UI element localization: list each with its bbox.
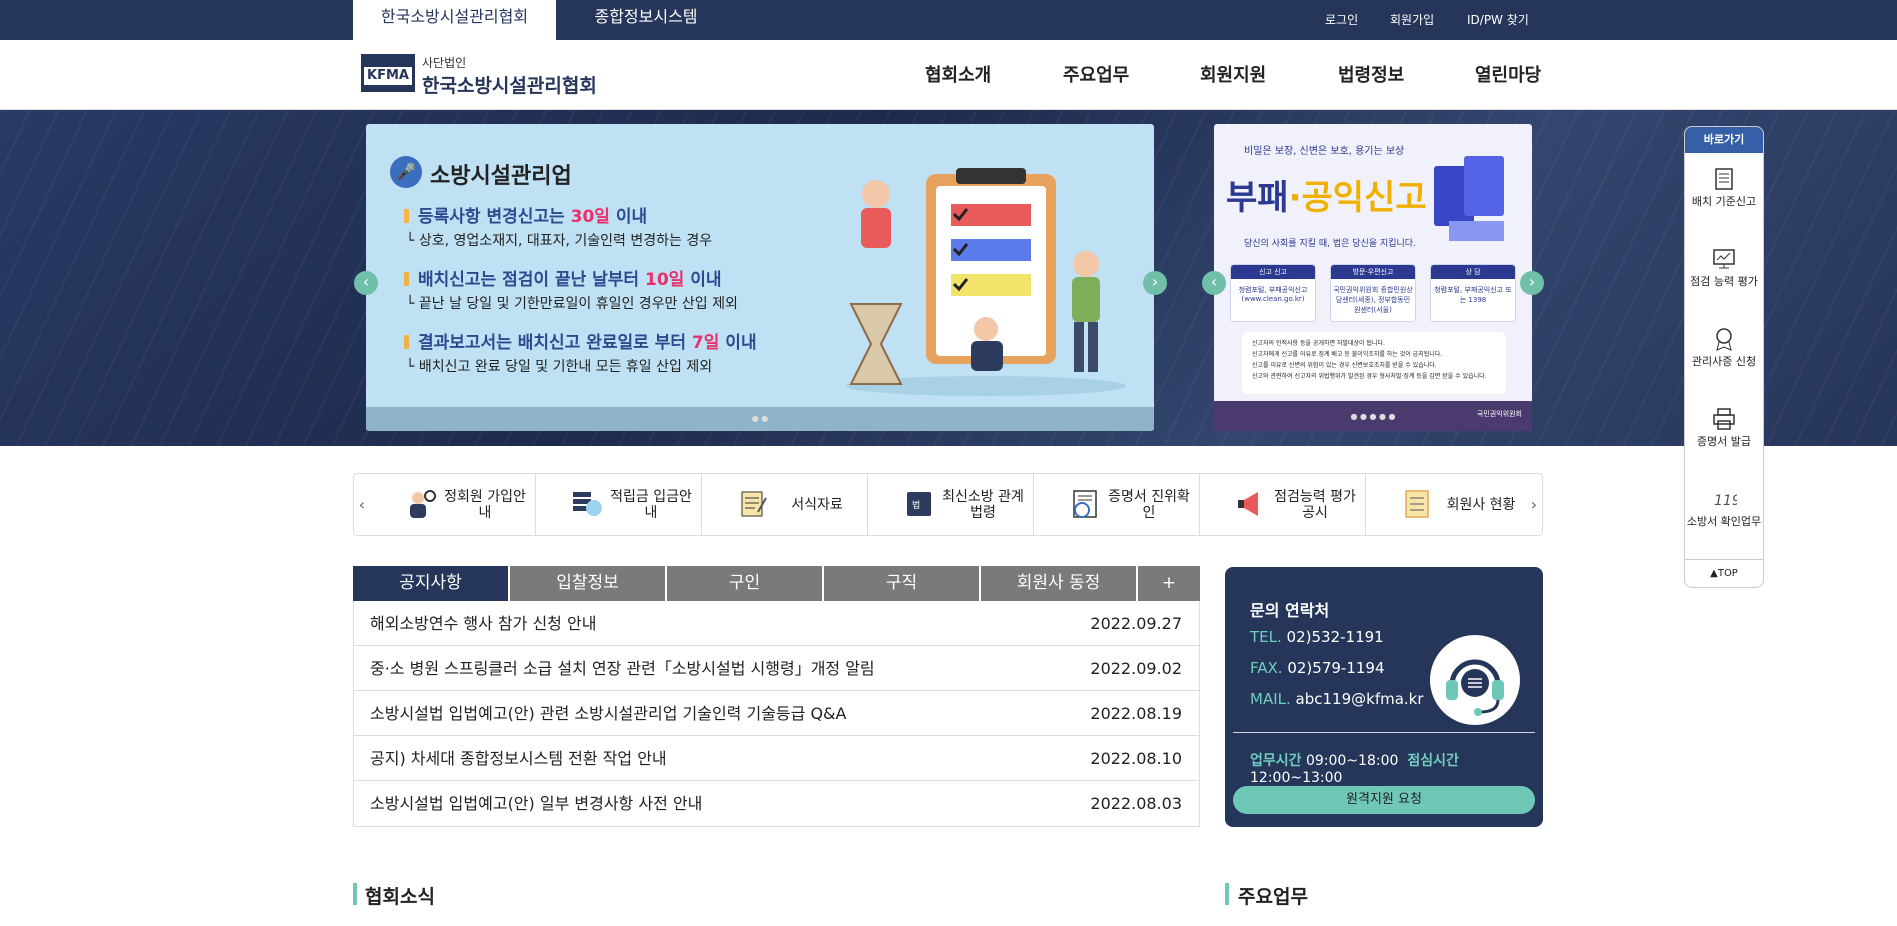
coin-icon bbox=[573, 492, 602, 516]
quick-inspection-eval[interactable]: 점검 능력 평가 bbox=[1685, 247, 1763, 288]
clipboard-illustration bbox=[846, 168, 1126, 396]
scroll-top-button[interactable]: ▲TOP bbox=[1685, 559, 1763, 587]
tab-bid[interactable]: 입찰정보 bbox=[510, 566, 665, 601]
section-main-work: 주요업무 bbox=[1238, 886, 1308, 908]
badge-icon bbox=[1716, 328, 1732, 351]
quick-links-row: ‹ › 정회원 가입안내 적립금 입금안내 서식자료 법 최신소방 관계법령 증… bbox=[353, 473, 1543, 536]
nav-law-info[interactable]: 법령정보 bbox=[1338, 61, 1404, 87]
form-icon bbox=[741, 491, 767, 517]
logo-title[interactable]: 한국소방시설관리협회 bbox=[422, 71, 597, 98]
folders-illustration bbox=[1434, 156, 1504, 241]
banner-title: 부패·공익신고 bbox=[1226, 178, 1427, 218]
notice-list: 해외소방연수 행사 참가 신청 안내 2022.09.27 중·소 병원 스프링클… bbox=[353, 601, 1200, 827]
tab-hiring[interactable]: 구인 bbox=[667, 566, 822, 601]
banner-card-2: 방문·우편신고 국민권익위원회 종합민원상담센터(세종), 정부합동민원센터(서울… bbox=[1330, 264, 1416, 322]
nav-main-work[interactable]: 주요업무 bbox=[1063, 61, 1129, 87]
link-member-join[interactable]: 정회원 가입안내 bbox=[370, 474, 536, 535]
svg-text:119: 119 bbox=[1714, 493, 1737, 509]
slide-pagination[interactable]: ● ● bbox=[366, 414, 1154, 423]
login-link[interactable]: 로그인 bbox=[1325, 0, 1358, 40]
slide-item-1-desc: └ 상호, 영업소재지, 대표자, 기술인력 변경하는 경우 bbox=[406, 233, 713, 249]
quick-deploy-report[interactable]: 배치 기준신고 bbox=[1685, 167, 1763, 208]
slide-item-2: 배치신고는 점검이 끝난 날부터 10일 이내 bbox=[418, 270, 722, 290]
tab-notice[interactable]: 공지사항 bbox=[353, 566, 508, 601]
banner-card-3: 상 담 청렴포털, 부패공익신고 또는 1398 bbox=[1430, 264, 1516, 322]
banner-next-arrow[interactable]: › bbox=[1520, 271, 1544, 295]
list-item[interactable]: 소방시설법 입법예고(안) 관련 소방시설관리업 기술인력 기술등급 Q&A 20… bbox=[354, 691, 1199, 736]
contact-title: 문의 연락처 bbox=[1250, 601, 1330, 620]
list-item[interactable]: 중·소 병원 스프링클러 소급 설치 연장 관련「소방시설법 시행령」개정 알림… bbox=[354, 646, 1199, 691]
section-association-news: 협회소식 bbox=[365, 886, 435, 908]
slide-item-2-desc: └ 끝난 날 당일 및 기한만료일이 휴일인 경우만 산입 제외 bbox=[406, 296, 738, 312]
link-deposit[interactable]: 적립금 입금안내 bbox=[536, 474, 702, 535]
fire-station-icon: 119 bbox=[1714, 493, 1737, 509]
quick-fire-station[interactable]: 119 소방서 확인업무 bbox=[1685, 487, 1763, 528]
banner-notice: 신고자의 인적사항 등을 공개하면 처벌대상이 됩니다. 신고자에게 신고를 이… bbox=[1242, 332, 1506, 394]
nav-open-space[interactable]: 열린마당 bbox=[1475, 61, 1541, 87]
link-forms[interactable]: 서식자료 bbox=[702, 474, 868, 535]
document-icon bbox=[1715, 168, 1733, 190]
logo-sub: 사단법인 bbox=[422, 56, 467, 70]
tab-info-system[interactable]: 종합정보시스템 bbox=[556, 0, 736, 40]
chart-monitor-icon bbox=[1713, 249, 1735, 269]
find-id-pw-link[interactable]: ID/PW 찾기 bbox=[1467, 0, 1529, 40]
slide-item-1: 등록사항 변경신고는 30일 이내 bbox=[418, 207, 648, 227]
link-member-status[interactable]: 회원사 현황 bbox=[1366, 474, 1532, 535]
contact-tel: TEL. 02)532-1191 bbox=[1250, 628, 1384, 646]
banner-subtitle: 당신의 사회를 지킬 때, 법은 당신을 지킵니다. bbox=[1244, 239, 1416, 249]
slide-item-3-desc: └ 배치신고 완료 당일 및 기한내 모든 휴일 산입 제외 bbox=[406, 359, 713, 375]
business-hours: 업무시간 09:00~18:00 점심시간 12:00~13:00 bbox=[1250, 753, 1459, 786]
slide-item-3: 결과보고서는 배치신고 완료일로 부터 7일 이내 bbox=[418, 333, 757, 353]
banner-tagline: 비밀은 보장, 신변은 보호, 용기는 보상 bbox=[1244, 146, 1405, 157]
list-item[interactable]: 공지) 차세대 종합정보시스템 전환 작업 안내 2022.08.10 bbox=[354, 736, 1199, 781]
contact-fax: FAX. 02)579-1194 bbox=[1250, 659, 1385, 677]
signup-link[interactable]: 회원가입 bbox=[1390, 0, 1434, 40]
remote-support-button[interactable]: 원격지원 요청 bbox=[1233, 786, 1535, 814]
list-item[interactable]: 소방시설법 입법예고(안) 일부 변경사항 사전 안내 2022.08.03 bbox=[354, 781, 1199, 826]
top-bar: 한국소방시설관리협회 종합정보시스템 로그인 회원가입 ID/PW 찾기 bbox=[0, 0, 1897, 40]
checklist-icon bbox=[1405, 490, 1429, 518]
contact-mail: MAIL. abc119@kfma.kr bbox=[1250, 690, 1424, 708]
tab-association[interactable]: 한국소방시설관리협회 bbox=[353, 0, 556, 40]
tab-member-news[interactable]: 회원사 동정 bbox=[981, 566, 1136, 601]
banner-card-1: 신고 신고 청렴포털, 부패공익신고 (www.clean.go.kr) bbox=[1230, 264, 1316, 322]
headset-icon bbox=[1430, 635, 1520, 725]
microphone-icon: 🎤 bbox=[390, 156, 422, 188]
quick-links-prev[interactable]: ‹ bbox=[354, 474, 370, 535]
member-icon bbox=[410, 490, 436, 518]
quick-license-apply[interactable]: 관리사증 신청 bbox=[1685, 327, 1763, 368]
main-slide[interactable]: 🎤 소방시설관리업 등록사항 변경신고는 30일 이내 └ 상호, 영업소재지,… bbox=[366, 124, 1154, 431]
next-slide-arrow[interactable]: › bbox=[1143, 271, 1167, 295]
megaphone-icon bbox=[1238, 492, 1258, 516]
prev-slide-arrow[interactable]: ‹ bbox=[354, 271, 378, 295]
nav-member-support[interactable]: 회원지원 bbox=[1200, 61, 1266, 87]
banner-footer: ● ● ● ● ● 국민권익위원회 bbox=[1214, 401, 1532, 431]
contact-box: 문의 연락처 TEL. 02)532-1191 FAX. 02)579-1194… bbox=[1225, 567, 1543, 827]
more-button[interactable]: + bbox=[1138, 566, 1200, 601]
side-banner[interactable]: 비밀은 보장, 신변은 보호, 용기는 보상 부패·공익신고 당신의 사회를 지… bbox=[1214, 124, 1532, 431]
logo-text: KFMA bbox=[364, 67, 412, 85]
nav-about[interactable]: 협회소개 bbox=[925, 61, 991, 87]
tab-job-seeking[interactable]: 구직 bbox=[824, 566, 979, 601]
quick-certificate[interactable]: 증명서 발급 bbox=[1685, 407, 1763, 448]
logo[interactable]: KFMA bbox=[361, 54, 415, 92]
banner-prev-arrow[interactable]: ‹ bbox=[1202, 271, 1226, 295]
printer-icon bbox=[1713, 408, 1735, 430]
quick-menu-title: 바로가기 bbox=[1685, 127, 1763, 153]
svg-text:법: 법 bbox=[912, 500, 920, 511]
link-cert-verify[interactable]: 증명서 진위확인 bbox=[1034, 474, 1200, 535]
link-fire-laws[interactable]: 법 최신소방 관계법령 bbox=[868, 474, 1034, 535]
law-book-icon: 법 bbox=[907, 492, 931, 516]
slide-title: 소방시설관리업 bbox=[430, 164, 572, 189]
link-eval-notice[interactable]: 점검능력 평가공시 bbox=[1200, 474, 1366, 535]
certificate-icon bbox=[1073, 490, 1097, 518]
quick-menu: 바로가기 배치 기준신고 점검 능력 평가 관리사증 신청 증명서 발급 119… bbox=[1684, 126, 1764, 588]
list-item[interactable]: 해외소방연수 행사 참가 신청 안내 2022.09.27 bbox=[354, 601, 1199, 646]
